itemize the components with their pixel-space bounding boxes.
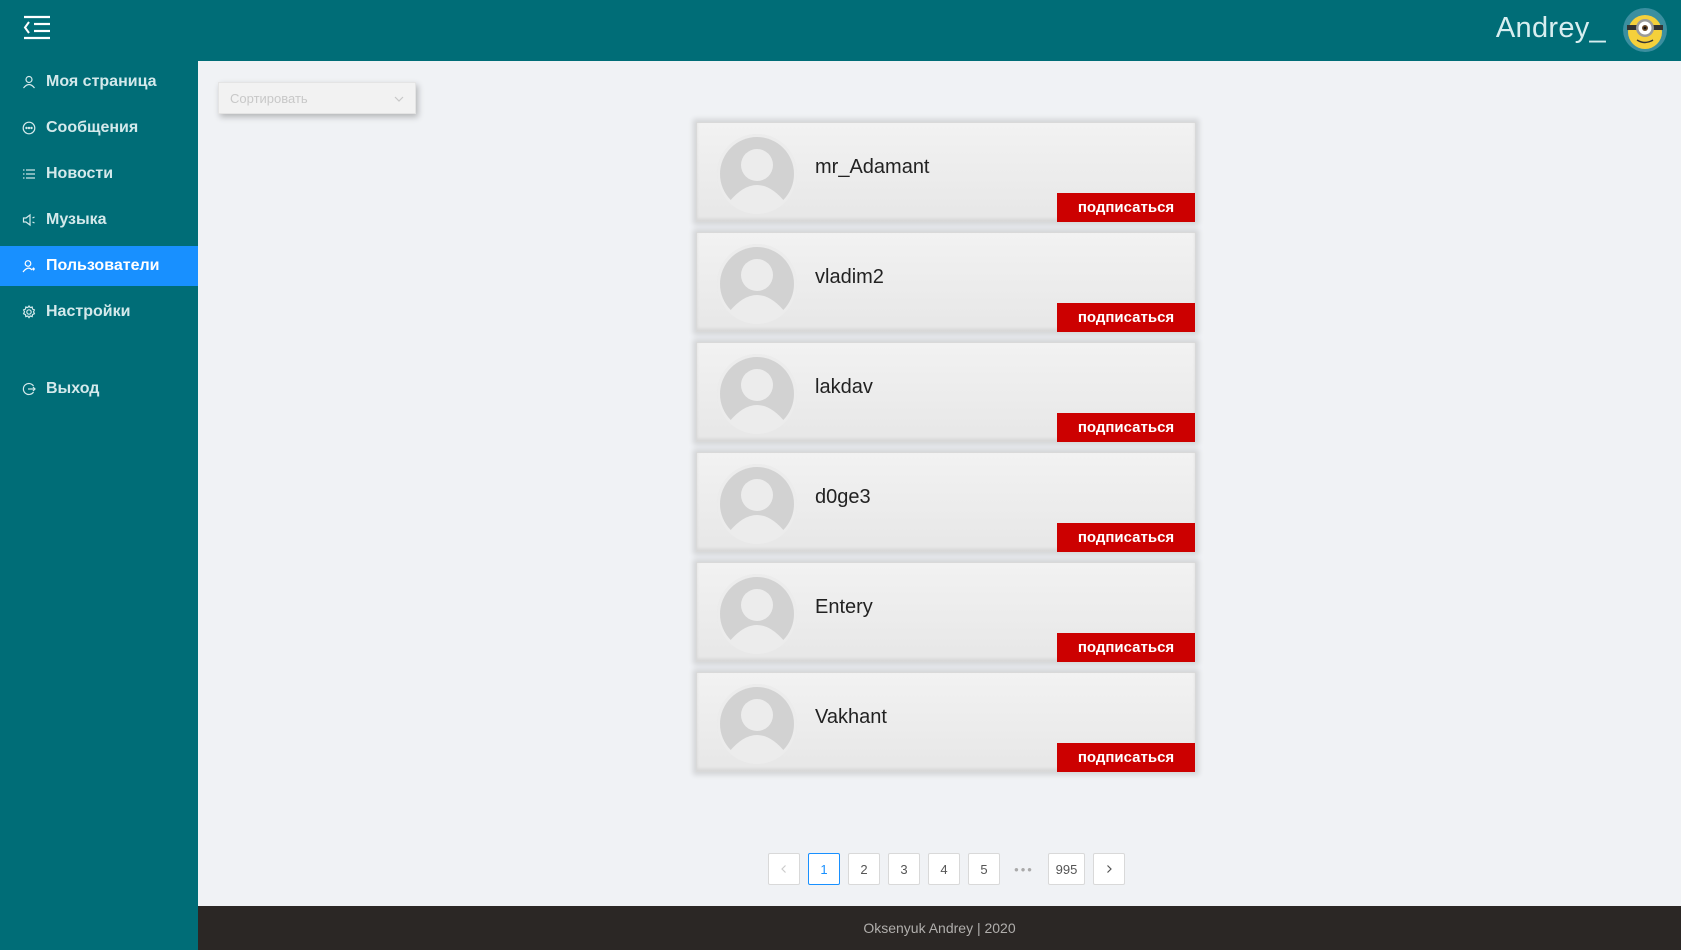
page-button-1[interactable]: 1	[808, 853, 840, 885]
page-button-3[interactable]: 3	[888, 853, 920, 885]
page-button-2[interactable]: 2	[848, 853, 880, 885]
footer: Oksenyuk Andrey | 2020	[198, 906, 1681, 950]
user-name[interactable]: vladim2	[815, 266, 884, 289]
sidebar-item-label: Моя страница	[46, 73, 157, 90]
sidebar-item-label: Пользователи	[46, 257, 160, 274]
default-avatar-icon[interactable]	[717, 684, 797, 764]
default-avatar-icon[interactable]	[717, 134, 797, 214]
header-username[interactable]: Andrey_	[1496, 12, 1606, 45]
sidebar-item-label: Музыка	[46, 211, 107, 228]
sort-placeholder: Сортировать	[230, 91, 308, 106]
user-avatar[interactable]	[1623, 8, 1667, 52]
follow-button[interactable]: подписаться	[1057, 743, 1195, 772]
sidebar: Моя страница Сообщения Новости Музыка По…	[0, 61, 198, 950]
sidebar-item-users[interactable]: Пользователи	[0, 246, 198, 286]
next-page-button[interactable]	[1093, 853, 1125, 885]
logout-icon	[22, 382, 36, 396]
menu-fold-icon[interactable]	[22, 14, 52, 42]
users-icon	[22, 259, 36, 273]
user-card: d0ge3 подписаться	[696, 452, 1196, 552]
follow-button[interactable]: подписаться	[1057, 413, 1195, 442]
default-avatar-icon[interactable]	[717, 464, 797, 544]
sidebar-item-news[interactable]: Новости	[0, 154, 198, 194]
page-button-4[interactable]: 4	[928, 853, 960, 885]
sidebar-item-label: Настройки	[46, 303, 131, 320]
sidebar-item-label: Выход	[46, 380, 100, 397]
user-name[interactable]: Vakhant	[815, 706, 887, 729]
sort-select[interactable]: Сортировать	[218, 82, 416, 114]
default-avatar-icon[interactable]	[717, 574, 797, 654]
default-avatar-icon[interactable]	[717, 244, 797, 324]
main-content: Сортировать mr_Adamant подписаться vladi…	[198, 61, 1681, 906]
follow-button[interactable]: подписаться	[1057, 193, 1195, 222]
user-name[interactable]: Entery	[815, 596, 873, 619]
user-name[interactable]: lakdav	[815, 376, 873, 399]
default-avatar-icon[interactable]	[717, 354, 797, 434]
user-card: mr_Adamant подписаться	[696, 122, 1196, 222]
page-button-last[interactable]: 995	[1048, 853, 1085, 885]
page-button-5[interactable]: 5	[968, 853, 1000, 885]
user-icon	[22, 75, 36, 89]
user-name[interactable]: mr_Adamant	[815, 156, 930, 179]
top-header: Andrey_	[0, 0, 1681, 61]
prev-page-button[interactable]	[768, 853, 800, 885]
chevron-left-icon	[779, 862, 789, 877]
sidebar-item-label: Сообщения	[46, 119, 139, 136]
sound-icon	[22, 213, 36, 227]
follow-button[interactable]: подписаться	[1057, 633, 1195, 662]
list-icon	[22, 167, 36, 181]
follow-button[interactable]: подписаться	[1057, 303, 1195, 332]
user-card: vladim2 подписаться	[696, 232, 1196, 332]
message-icon	[22, 121, 36, 135]
sidebar-item-settings[interactable]: Настройки	[0, 292, 198, 332]
sidebar-item-messages[interactable]: Сообщения	[0, 108, 198, 148]
follow-button[interactable]: подписаться	[1057, 523, 1195, 552]
sidebar-item-label: Новости	[46, 165, 114, 182]
user-card: Vakhant подписаться	[696, 672, 1196, 772]
user-card: lakdav подписаться	[696, 342, 1196, 442]
footer-text: Oksenyuk Andrey | 2020	[863, 920, 1016, 936]
sidebar-item-my-page[interactable]: Моя страница	[0, 62, 198, 102]
sidebar-item-logout[interactable]: Выход	[0, 369, 198, 409]
chevron-down-icon	[393, 92, 405, 104]
pagination-ellipsis[interactable]: •••	[1008, 853, 1040, 885]
sidebar-item-music[interactable]: Музыка	[0, 200, 198, 240]
user-name[interactable]: d0ge3	[815, 486, 871, 509]
gear-icon	[22, 305, 36, 319]
user-card: Entery подписаться	[696, 562, 1196, 662]
chevron-right-icon	[1104, 862, 1114, 877]
